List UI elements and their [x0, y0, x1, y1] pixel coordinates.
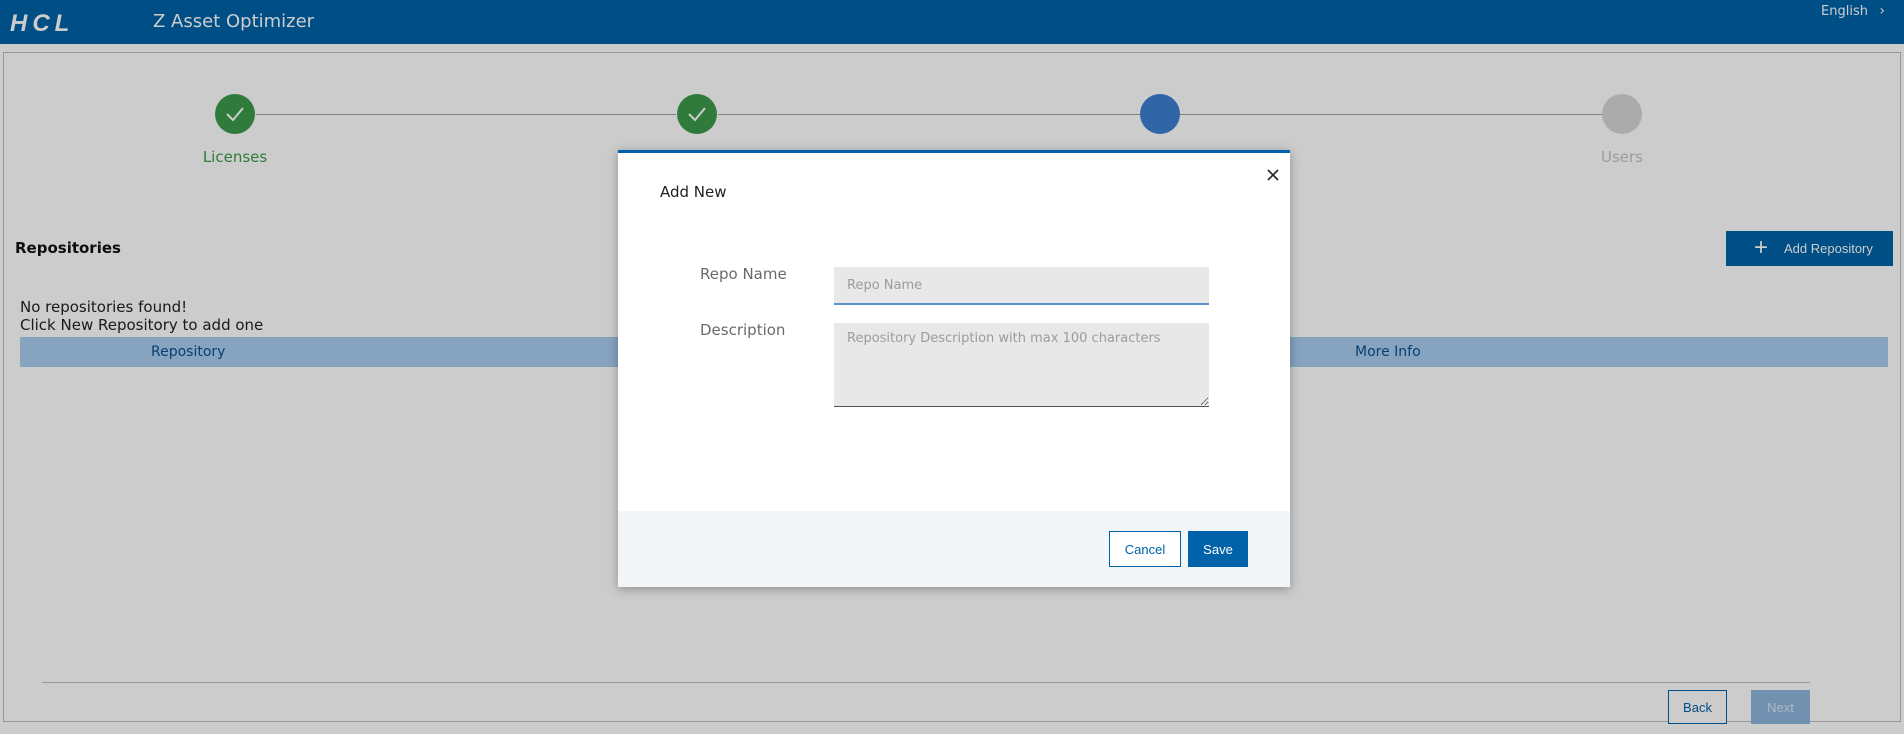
dialog-title: Add New: [660, 183, 727, 201]
save-button[interactable]: Save: [1188, 531, 1248, 567]
repo-name-label: Repo Name: [700, 265, 787, 283]
description-label: Description: [700, 321, 786, 339]
dialog-footer: Cancel Save: [618, 511, 1290, 587]
description-textarea[interactable]: [834, 323, 1209, 407]
add-new-dialog: Add New Repo Name Description Cancel Sav…: [618, 150, 1290, 587]
cancel-button[interactable]: Cancel: [1109, 531, 1181, 567]
repo-name-input[interactable]: [834, 267, 1209, 305]
close-icon[interactable]: [1263, 165, 1283, 185]
